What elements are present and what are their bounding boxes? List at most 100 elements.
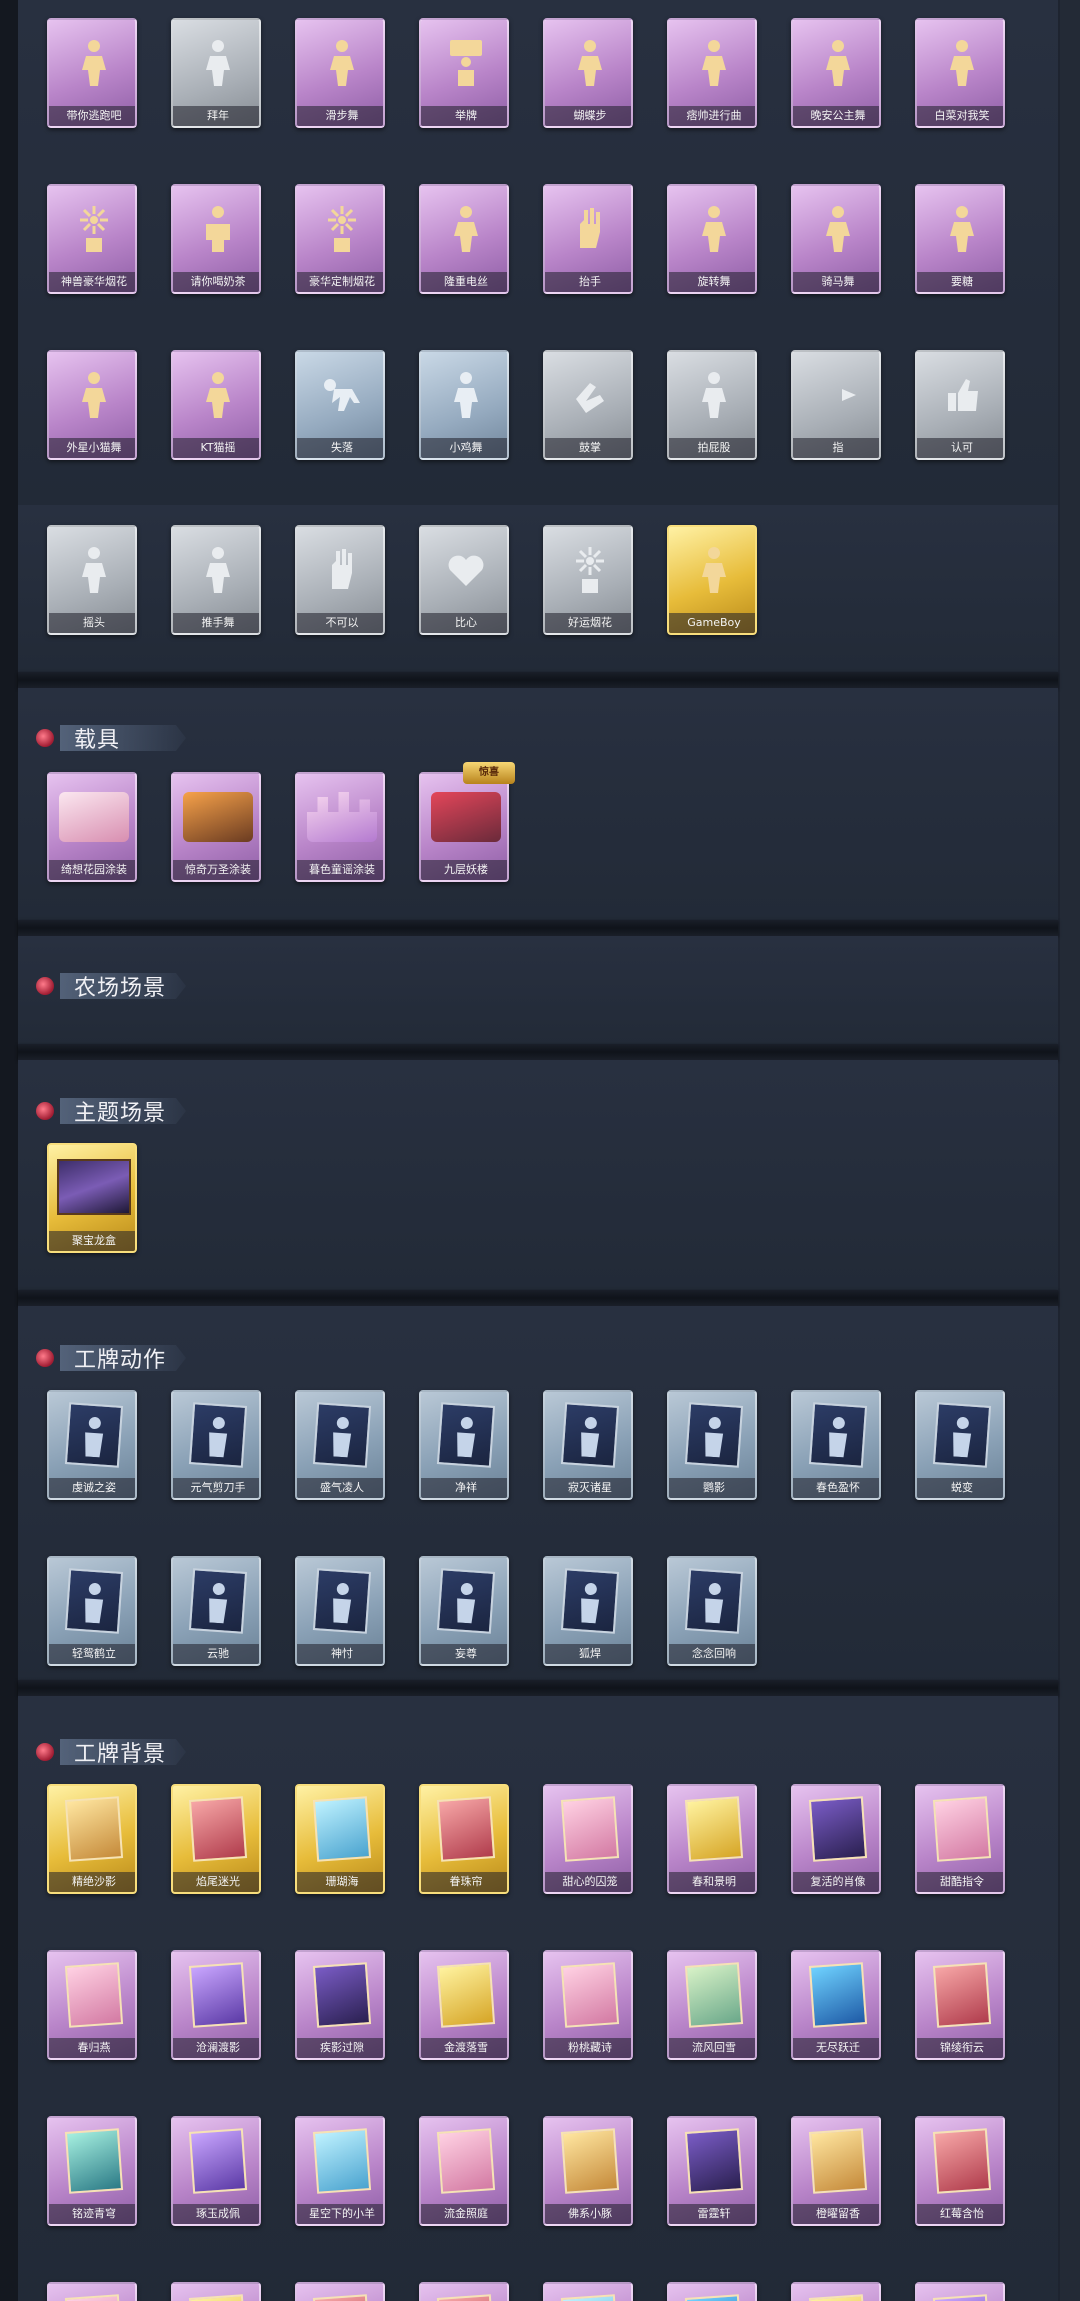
action-item[interactable]: 失落 — [295, 350, 385, 460]
vehicle-item[interactable]: 暮色童谣涂装 — [295, 772, 385, 882]
action-item[interactable]: 不可以 — [295, 525, 385, 635]
badge-action-item[interactable]: 狐焊 — [543, 1556, 633, 1666]
badge-action-item[interactable]: 春色盈怀 — [791, 1390, 881, 1500]
action-item[interactable]: 指 — [791, 350, 881, 460]
firework-icon — [563, 539, 617, 601]
vehicle-item[interactable]: 九层妖楼 惊喜 — [419, 762, 515, 882]
badge-background-item[interactable]: 橙曜留香 — [791, 2116, 881, 2226]
badge-action-item[interactable]: 神忖 — [295, 1556, 385, 1666]
action-item[interactable]: 推手舞 — [171, 525, 261, 635]
section-divider — [18, 1290, 1058, 1306]
badge-background-item[interactable]: 流风回雪 — [667, 1950, 757, 2060]
badge-background-item[interactable] — [171, 2282, 261, 2301]
item-label: 拜年 — [173, 106, 259, 126]
item-label: 九层妖楼 — [421, 860, 507, 880]
background-thumbnail — [932, 2294, 992, 2301]
action-item[interactable]: 比心 — [419, 525, 509, 635]
action-item[interactable]: 拍屁股 — [667, 350, 757, 460]
badge-background-item[interactable]: 佛系小豚 — [543, 2116, 633, 2226]
gem-icon — [36, 729, 54, 747]
action-item[interactable]: 举牌 — [419, 18, 509, 128]
action-item[interactable]: 隆重电丝 — [419, 184, 509, 294]
badge-background-item[interactable] — [791, 2282, 881, 2301]
action-item[interactable]: 要糖 — [915, 184, 1005, 294]
action-item[interactable]: 神兽豪华烟花 — [47, 184, 137, 294]
badge-background-item[interactable]: 琢玉成佩 — [171, 2116, 261, 2226]
badge-background-item[interactable]: 无尽跃迁 — [791, 1950, 881, 2060]
badge-background-item[interactable]: 铭迹青穹 — [47, 2116, 137, 2226]
action-item[interactable]: 拜年 — [171, 18, 261, 128]
badge-background-item[interactable]: 星空下的小羊 — [295, 2116, 385, 2226]
action-item[interactable]: 请你喝奶茶 — [171, 184, 261, 294]
badge-background-item[interactable]: 疾影过隙 — [295, 1950, 385, 2060]
badge-background-item[interactable]: 锦绫衔云 — [915, 1950, 1005, 2060]
vehicle-icon — [183, 792, 253, 842]
badge-background-item[interactable]: 雷霆轩 — [667, 2116, 757, 2226]
badge-background-item[interactable] — [915, 2282, 1005, 2301]
item-label: 暮色童谣涂装 — [297, 860, 383, 880]
action-item[interactable]: 抬手 — [543, 184, 633, 294]
action-item[interactable]: 骑马舞 — [791, 184, 881, 294]
badge-action-item[interactable]: 虔诚之姿 — [47, 1390, 137, 1500]
action-item[interactable]: 好运烟花 — [543, 525, 633, 635]
item-label: 眷珠帘 — [421, 1872, 507, 1892]
badge-background-item[interactable]: 精绝沙影 — [47, 1784, 137, 1894]
badge-background-item[interactable] — [295, 2282, 385, 2301]
action-item[interactable]: 白菜对我笑 — [915, 18, 1005, 128]
badge-background-item[interactable]: 复活的肖像 — [791, 1784, 881, 1894]
section-title: 载具 — [60, 725, 186, 751]
sign-icon — [439, 32, 493, 94]
badge-action-item[interactable]: 净祥 — [419, 1390, 509, 1500]
badge-background-item[interactable]: 甜心的囚笼 — [543, 1784, 633, 1894]
badge-background-item[interactable]: 红莓含怡 — [915, 2116, 1005, 2226]
action-item[interactable]: GameBoy — [667, 525, 757, 635]
item-label: 妄尊 — [421, 1644, 507, 1664]
vehicle-item[interactable]: 绮想花园涂装 — [47, 772, 137, 882]
item-label: 失落 — [297, 438, 383, 458]
badge-background-item[interactable] — [47, 2282, 137, 2301]
badge-action-item[interactable]: 鹦影 — [667, 1390, 757, 1500]
thumbs-up-icon — [935, 364, 989, 426]
item-label: 甜酷指令 — [917, 1872, 1003, 1892]
badge-background-item[interactable] — [667, 2282, 757, 2301]
action-item[interactable]: 滑步舞 — [295, 18, 385, 128]
badge-action-item[interactable]: 寂灭诸星 — [543, 1390, 633, 1500]
action-item[interactable]: 认可 — [915, 350, 1005, 460]
silhouette-icon — [684, 1402, 744, 1468]
action-item[interactable]: 带你逃跑吧 — [47, 18, 137, 128]
vehicle-item[interactable]: 惊奇万圣涂装 — [171, 772, 261, 882]
action-item[interactable]: 豪华定制烟花 — [295, 184, 385, 294]
action-item[interactable]: 晚安公主舞 — [791, 18, 881, 128]
badge-background-item[interactable]: 春归燕 — [47, 1950, 137, 2060]
action-item[interactable]: 旋转舞 — [667, 184, 757, 294]
action-item[interactable]: 外星小猫舞 — [47, 350, 137, 460]
badge-background-item[interactable] — [543, 2282, 633, 2301]
badge-background-item[interactable]: 流金照庭 — [419, 2116, 509, 2226]
badge-background-item[interactable]: 春和景明 — [667, 1784, 757, 1894]
badge-background-item[interactable]: 沧澜渡影 — [171, 1950, 261, 2060]
badge-action-item[interactable]: 蜕变 — [915, 1390, 1005, 1500]
action-item[interactable]: 蝴蝶步 — [543, 18, 633, 128]
badge-action-item[interactable]: 盛气凌人 — [295, 1390, 385, 1500]
vehicle-icon — [59, 792, 129, 842]
badge-action-item[interactable]: 元气剪刀手 — [171, 1390, 261, 1500]
badge-background-item[interactable]: 珊瑚海 — [295, 1784, 385, 1894]
badge-background-item[interactable]: 粉桃藏诗 — [543, 1950, 633, 2060]
badge-action-item[interactable]: 云驰 — [171, 1556, 261, 1666]
badge-background-item[interactable] — [419, 2282, 509, 2301]
action-item[interactable]: 痞帅进行曲 — [667, 18, 757, 128]
badge-background-item[interactable]: 甜酷指令 — [915, 1784, 1005, 1894]
badge-background-item[interactable]: 焰尾迷光 — [171, 1784, 261, 1894]
action-item[interactable]: 鼓掌 — [543, 350, 633, 460]
theme-item[interactable]: 聚宝龙盒 — [47, 1143, 137, 1253]
badge-action-item[interactable]: 轻鸳鹤立 — [47, 1556, 137, 1666]
badge-action-item[interactable]: 妄尊 — [419, 1556, 509, 1666]
badge-background-item[interactable]: 眷珠帘 — [419, 1784, 509, 1894]
badge-background-item[interactable]: 金渡落雪 — [419, 1950, 509, 2060]
action-item[interactable]: 小鸡舞 — [419, 350, 509, 460]
gem-icon — [36, 1102, 54, 1120]
action-item[interactable]: KT猫摇 — [171, 350, 261, 460]
action-item[interactable]: 摇头 — [47, 525, 137, 635]
badge-action-item[interactable]: 念念回响 — [667, 1556, 757, 1666]
item-label: 佛系小豚 — [545, 2204, 631, 2224]
